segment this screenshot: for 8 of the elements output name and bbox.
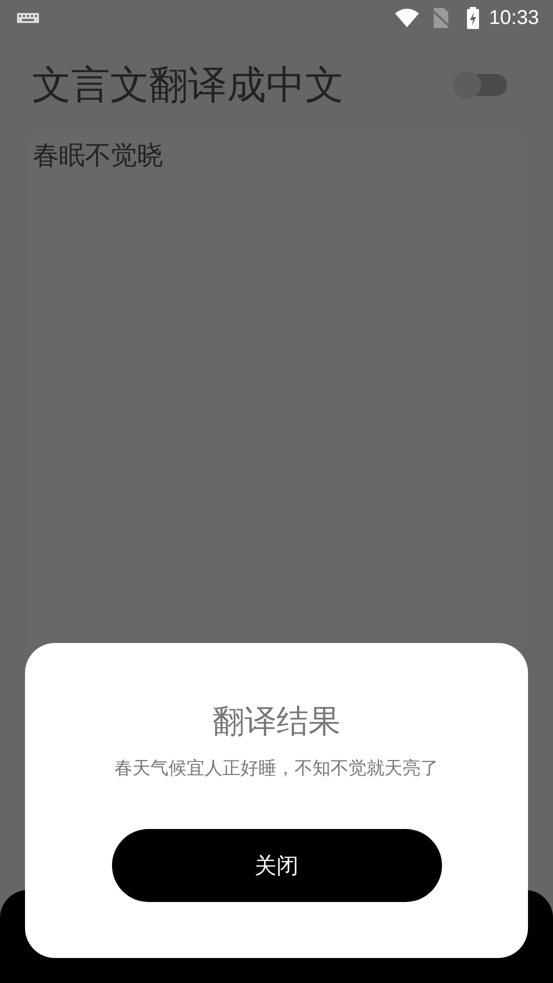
status-time: 10:33 bbox=[488, 6, 539, 30]
wifi-icon bbox=[394, 8, 419, 28]
keyboard-icon bbox=[17, 13, 39, 23]
dialog-message: 春天气候宜人正好睡，不知不觉就天亮了 bbox=[114, 757, 440, 781]
battery-charging-icon bbox=[466, 7, 479, 29]
page-title: 文言文翻译成中文 bbox=[32, 62, 345, 110]
dialog-title: 翻译结果 bbox=[212, 701, 340, 742]
close-button[interactable]: 关闭 bbox=[112, 829, 442, 902]
